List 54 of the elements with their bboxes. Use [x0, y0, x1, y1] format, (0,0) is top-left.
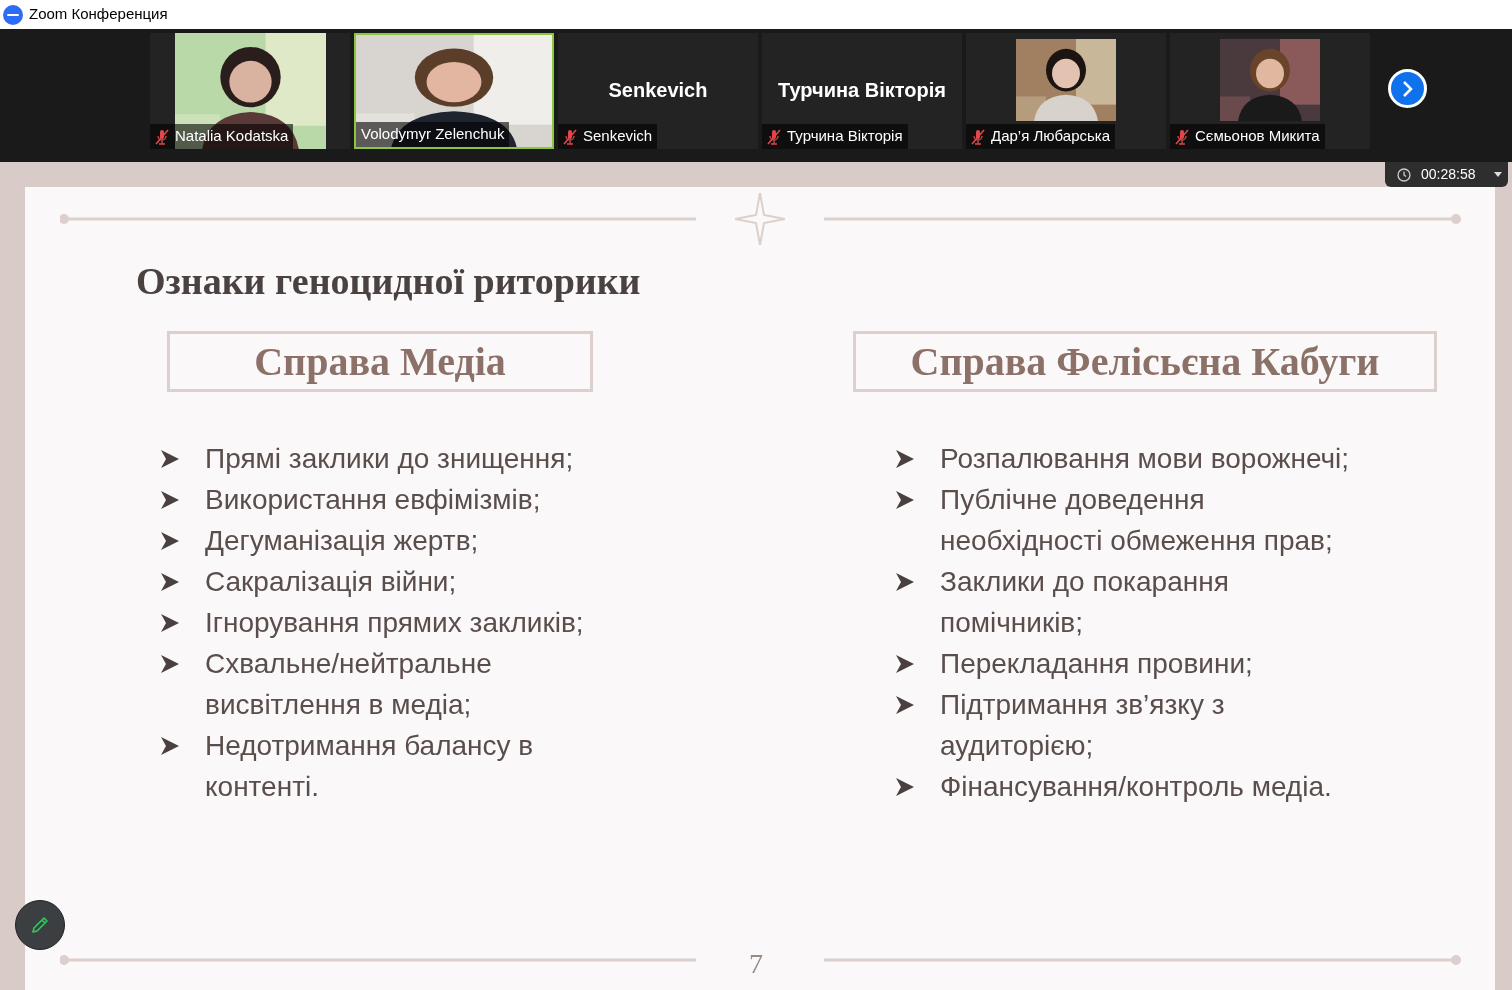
participant-tile[interactable]: Senkevich Senkevich	[558, 33, 758, 149]
bullet-text: Заклики до покарання помічників;	[940, 565, 1229, 640]
bullet-text: Фінансування/контроль медіа.	[940, 770, 1332, 804]
arrow-bullet-icon	[160, 654, 180, 674]
bullet-text: Недотримання балансу в контенті.	[205, 729, 534, 804]
bullet-text: Сакралізація війни;	[205, 565, 457, 599]
participant-name: Volodymyr Zelenchuk	[361, 124, 505, 145]
participant-tile[interactable]: Volodymyr Zelenchuk	[354, 33, 554, 149]
participant-name-title: Турчина Вікторія	[778, 78, 946, 103]
dropdown-caret-icon[interactable]	[1493, 171, 1502, 178]
timer-text: 00:28:58	[1421, 165, 1476, 184]
participant-name: Дар’я Любарська	[991, 126, 1111, 147]
next-page-button[interactable]	[1388, 69, 1427, 108]
arrow-bullet-icon	[895, 777, 915, 797]
page-number: 7	[749, 947, 763, 981]
case-heading: Справа Медіа	[167, 331, 593, 392]
star-ornament-icon	[735, 193, 785, 245]
participant-tile[interactable]: Сємьонов Микита	[1170, 33, 1370, 149]
participant-tile[interactable]: Дар’я Любарська	[966, 33, 1166, 149]
participant-name-title: Senkevich	[608, 78, 708, 103]
participant-name: Турчина Вікторія	[787, 126, 903, 147]
participant-tile[interactable]: Турчина Вікторія Турчина Вікторія	[762, 33, 962, 149]
arrow-bullet-icon	[895, 449, 915, 469]
arrow-bullet-icon	[160, 736, 180, 756]
arrow-bullet-icon	[160, 531, 180, 551]
pencil-icon	[30, 915, 50, 935]
chevron-right-icon	[1401, 79, 1414, 98]
participant-name: Natalia Kodatska	[175, 126, 289, 147]
participant-tile[interactable]: Natalia Kodatska	[150, 33, 350, 149]
bullet-text: Публічне доведення необхідності обмеження прав;	[940, 483, 1333, 558]
arrow-bullet-icon	[895, 490, 915, 510]
arrow-bullet-icon	[160, 613, 180, 633]
arrow-bullet-icon	[895, 695, 915, 715]
bullet-text: Дегуманізація жертв;	[205, 524, 479, 558]
participant-name: Сємьонов Микита	[1195, 126, 1320, 147]
slide-title: Ознаки геноцидної риторики	[136, 259, 641, 304]
timer-badge[interactable]: 00:28:58	[1385, 162, 1508, 187]
bullet-text: Використання евфімізмів;	[205, 483, 541, 517]
arrow-bullet-icon	[160, 449, 180, 469]
bullet-text: Розпалювання мови ворожнечі;	[940, 442, 1350, 476]
participant-name: Senkevich	[583, 126, 653, 147]
bullet-text: Перекладання провини;	[940, 647, 1253, 681]
arrow-bullet-icon	[160, 490, 180, 510]
clock-icon	[1397, 167, 1411, 182]
app-logo-icon	[3, 4, 23, 25]
bullet-text: Ігнорування прямих закликів;	[205, 606, 584, 640]
case-heading: Справа Фелісьєна Кабуги	[853, 331, 1437, 392]
bullet-text: Прямі заклики до знищення;	[205, 442, 574, 476]
window-title: Zoom Конференция	[29, 4, 168, 25]
arrow-bullet-icon	[895, 572, 915, 592]
arrow-bullet-icon	[160, 572, 180, 592]
bullet-text: Схвальне/нейтральне висвітлення в медіа;	[205, 647, 492, 722]
bullet-text: Підтримання зв’язку з аудиторією;	[940, 688, 1225, 763]
arrow-bullet-icon	[895, 654, 915, 674]
